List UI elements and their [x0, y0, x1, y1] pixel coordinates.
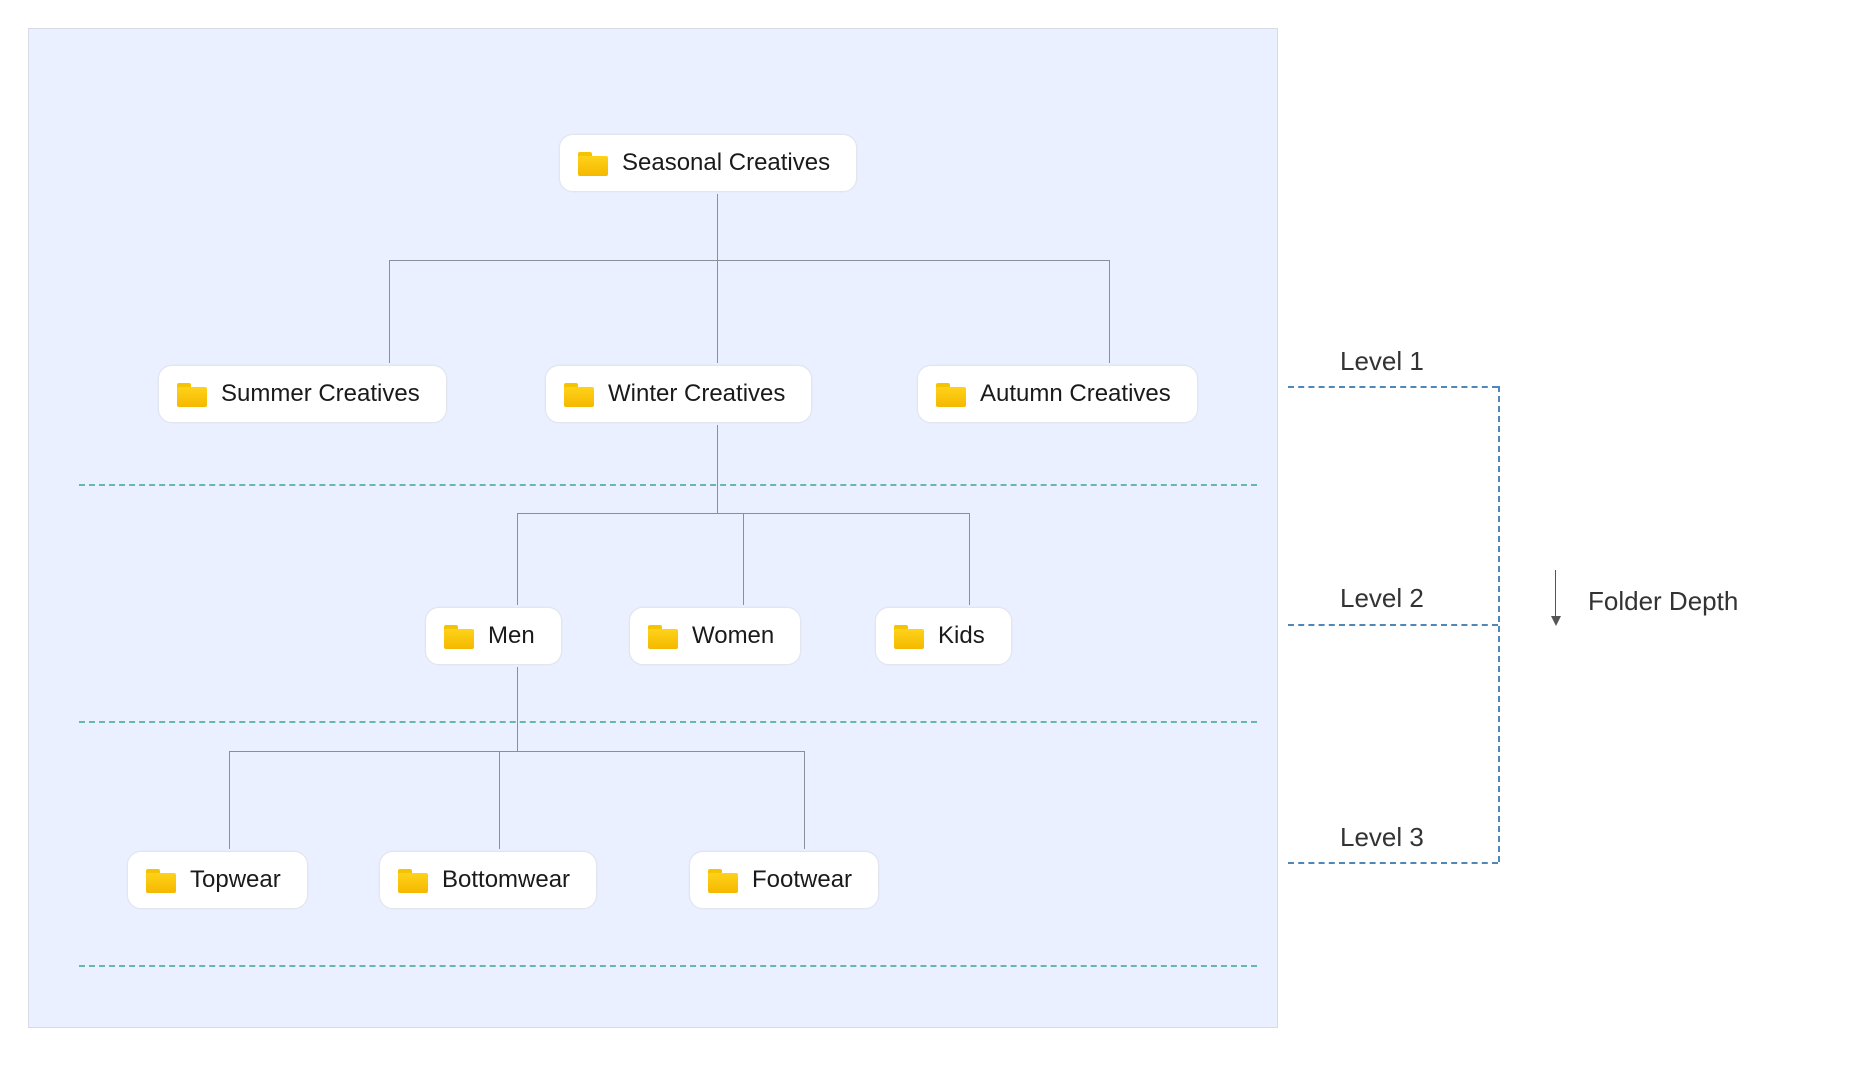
- arrow-down-icon: [1555, 570, 1556, 624]
- bracket-line: [1288, 862, 1498, 864]
- level-separator: [79, 721, 1257, 723]
- folder-label: Kids: [938, 622, 985, 650]
- folder-icon: [894, 623, 924, 649]
- level-separator: [79, 965, 1257, 967]
- connector: [717, 260, 718, 363]
- connector: [717, 425, 718, 513]
- folder-depth-label: Folder Depth: [1588, 586, 1738, 617]
- connector: [1109, 260, 1110, 363]
- folder-icon: [648, 623, 678, 649]
- folder-icon: [398, 867, 428, 893]
- bracket-line: [1498, 386, 1500, 862]
- folder-label: Footwear: [752, 866, 852, 894]
- connector: [804, 751, 805, 849]
- bracket-line: [1288, 624, 1498, 626]
- folder-icon: [177, 381, 207, 407]
- folder-node-men: Men: [425, 607, 562, 665]
- folder-icon: [708, 867, 738, 893]
- level-label-2: Level 2: [1340, 583, 1424, 614]
- folder-label: Seasonal Creatives: [622, 149, 830, 177]
- folder-label: Women: [692, 622, 774, 650]
- connector: [517, 667, 518, 751]
- connector: [517, 513, 518, 605]
- folder-node-root: Seasonal Creatives: [559, 134, 857, 192]
- folder-node-summer: Summer Creatives: [158, 365, 447, 423]
- connector: [389, 260, 1109, 261]
- connector: [969, 513, 970, 605]
- folder-node-women: Women: [629, 607, 801, 665]
- level-label-1: Level 1: [1340, 346, 1424, 377]
- folder-icon: [564, 381, 594, 407]
- folder-node-bottomwear: Bottomwear: [379, 851, 597, 909]
- folder-label: Autumn Creatives: [980, 380, 1171, 408]
- folder-label: Bottomwear: [442, 866, 570, 894]
- connector: [389, 260, 390, 363]
- connector: [743, 513, 744, 605]
- diagram-panel: Seasonal Creatives Summer Creatives Wint…: [28, 28, 1278, 1028]
- folder-node-kids: Kids: [875, 607, 1012, 665]
- level-label-3: Level 3: [1340, 822, 1424, 853]
- folder-label: Summer Creatives: [221, 380, 420, 408]
- connector: [229, 751, 804, 752]
- folder-node-footwear: Footwear: [689, 851, 879, 909]
- folder-node-winter: Winter Creatives: [545, 365, 812, 423]
- level-separator: [79, 484, 1257, 486]
- connector: [229, 751, 230, 849]
- bracket-line: [1288, 386, 1498, 388]
- connector: [499, 751, 500, 849]
- folder-label: Men: [488, 622, 535, 650]
- folder-icon: [936, 381, 966, 407]
- folder-node-autumn: Autumn Creatives: [917, 365, 1198, 423]
- folder-label: Winter Creatives: [608, 380, 785, 408]
- connector: [717, 194, 718, 260]
- folder-icon: [146, 867, 176, 893]
- folder-node-topwear: Topwear: [127, 851, 308, 909]
- folder-label: Topwear: [190, 866, 281, 894]
- folder-icon: [578, 150, 608, 176]
- folder-icon: [444, 623, 474, 649]
